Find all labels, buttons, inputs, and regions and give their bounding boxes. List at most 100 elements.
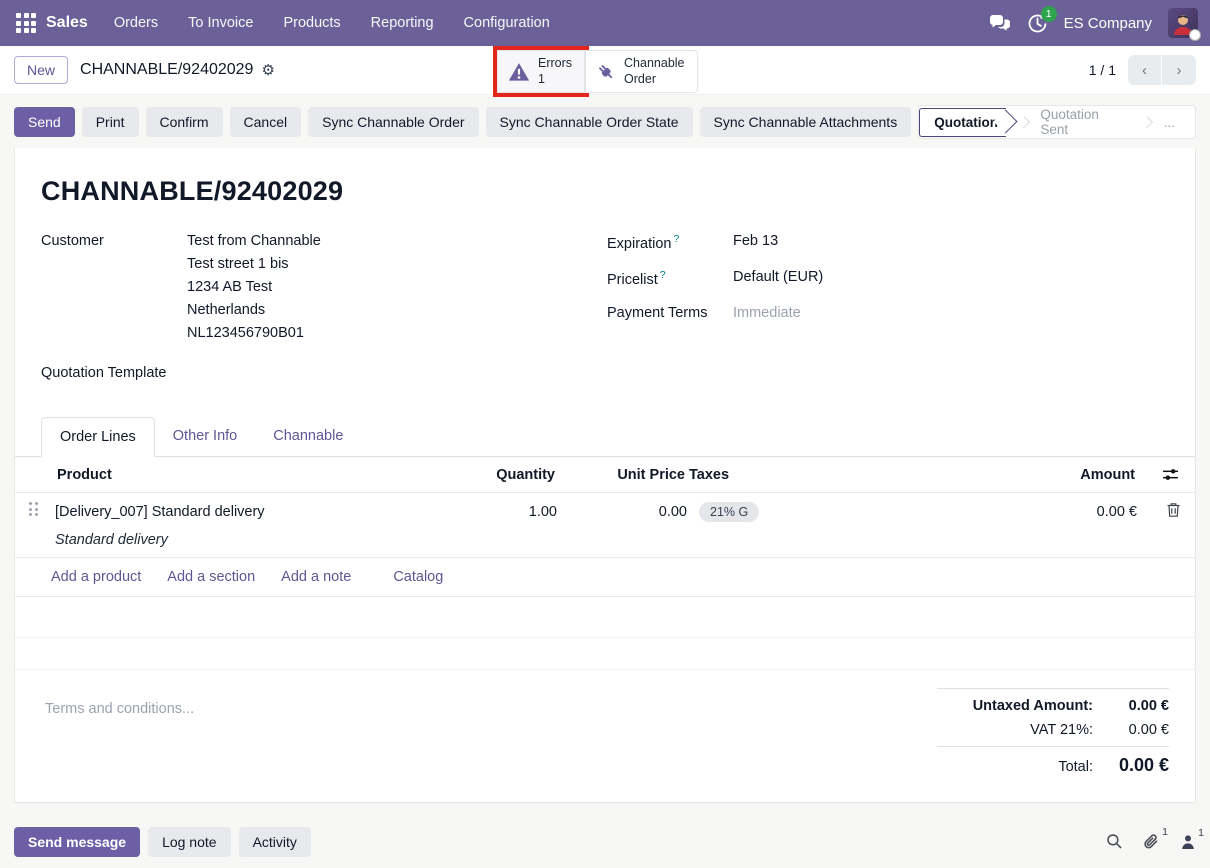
log-note-button[interactable]: Log note <box>148 827 231 857</box>
control-panel: New CHANNABLE/92402029 ⚙ Errors 1 <box>0 46 1210 95</box>
tab-other-info[interactable]: Other Info <box>155 417 255 456</box>
col-quantity[interactable]: Quantity <box>447 458 557 492</box>
channable-label-2: Order <box>624 72 684 88</box>
breadcrumb[interactable]: CHANNABLE/92402029 <box>80 61 253 79</box>
status-step-quotation[interactable]: Quotation <box>919 108 1006 137</box>
user-avatar[interactable] <box>1168 8 1198 38</box>
messages-icon[interactable] <box>989 14 1011 32</box>
address-city: 1234 AB Test <box>187 279 321 295</box>
sync-channable-attachments-button[interactable]: Sync Channable Attachments <box>700 107 912 137</box>
status-step-more[interactable]: ... <box>1158 109 1181 136</box>
nav-item-orders[interactable]: Orders <box>114 15 158 31</box>
order-lines-table: Product Quantity Unit Price Taxes Amount… <box>15 457 1195 670</box>
address-vat: NL123456790B01 <box>187 325 321 341</box>
chatter-bar: Send message Log note Activity 1 1 <box>0 815 1210 868</box>
quotation-template-label: Quotation Template <box>41 365 187 381</box>
add-a-product-link[interactable]: Add a product <box>51 569 141 585</box>
nav-item-configuration[interactable]: Configuration <box>464 15 550 31</box>
customer-name-field[interactable]: Test from Channable <box>187 233 321 249</box>
drag-handle[interactable] <box>29 502 38 516</box>
statusbar: Quotation Quotation Sent ... <box>918 105 1196 139</box>
tab-order-lines[interactable]: Order Lines <box>41 417 155 457</box>
activity-button[interactable]: Activity <box>239 827 311 857</box>
print-button[interactable]: Print <box>82 107 139 137</box>
product-description[interactable]: Standard delivery <box>55 532 447 548</box>
payment-terms-label: Payment Terms <box>607 305 733 321</box>
help-icon[interactable]: ? <box>660 269 666 281</box>
stat-button-group: Errors 1 Channable Order <box>497 50 698 93</box>
action-bar: Send Print Confirm Cancel Sync Channable… <box>0 95 1210 148</box>
empty-line <box>15 597 1195 638</box>
table-action-links: Add a product Add a section Add a note C… <box>15 558 1195 597</box>
channable-order-stat-button[interactable]: Channable Order <box>585 50 697 93</box>
app-name[interactable]: Sales <box>46 14 88 32</box>
delete-row-icon[interactable] <box>1166 502 1181 518</box>
tab-channable[interactable]: Channable <box>255 417 361 456</box>
confirm-button[interactable]: Confirm <box>146 107 223 137</box>
channable-label-1: Channable <box>624 56 684 72</box>
notebook-tabs: Order Lines Other Info Channable <box>15 417 1195 457</box>
table-row[interactable]: [Delivery_007] Standard delivery Standar… <box>15 493 1195 558</box>
search-messages-icon[interactable] <box>1106 833 1123 850</box>
payment-terms-field[interactable]: Immediate <box>733 305 801 321</box>
plug-icon <box>596 62 616 82</box>
tax-badge[interactable]: 21% G <box>699 502 759 522</box>
terms-and-conditions-field[interactable]: Terms and conditions... <box>45 688 194 784</box>
address-street: Test street 1 bis <box>187 256 321 272</box>
nav-item-products[interactable]: Products <box>283 15 340 31</box>
customer-label: Customer <box>41 233 187 341</box>
col-product[interactable]: Product <box>55 458 447 492</box>
nav-item-reporting[interactable]: Reporting <box>371 15 434 31</box>
product-cell[interactable]: [Delivery_007] Standard delivery <box>55 502 447 520</box>
catalog-link[interactable]: Catalog <box>393 569 443 585</box>
attachments-icon[interactable]: 1 <box>1143 833 1160 851</box>
untaxed-amount-label: Untaxed Amount: <box>973 698 1093 714</box>
expiration-field[interactable]: Feb 13 <box>733 233 778 252</box>
activities-clock-icon[interactable]: 1 <box>1027 13 1048 34</box>
followers-icon[interactable]: 1 <box>1180 834 1196 850</box>
gear-icon[interactable]: ⚙ <box>261 61 274 79</box>
help-icon[interactable]: ? <box>673 233 679 245</box>
sync-channable-order-button[interactable]: Sync Channable Order <box>308 107 478 137</box>
pager-next-button[interactable]: › <box>1162 55 1196 85</box>
vat-value: 0.00 € <box>1107 722 1169 738</box>
top-navbar: Sales Orders To Invoice Products Reporti… <box>0 0 1210 46</box>
document-title: CHANNABLE/92402029 <box>41 176 1169 207</box>
activity-count-badge: 1 <box>1041 6 1057 22</box>
untaxed-amount-value: 0.00 € <box>1107 698 1169 714</box>
apps-grid-icon[interactable] <box>16 13 36 33</box>
empty-line <box>15 638 1195 670</box>
pager-previous-button[interactable]: ‹ <box>1128 55 1162 85</box>
add-a-section-link[interactable]: Add a section <box>167 569 255 585</box>
cancel-button[interactable]: Cancel <box>230 107 302 137</box>
new-button[interactable]: New <box>14 56 68 84</box>
optional-columns-icon[interactable] <box>1162 466 1179 483</box>
nav-item-to-invoice[interactable]: To Invoice <box>188 15 253 31</box>
col-taxes[interactable]: Taxes <box>687 458 1017 492</box>
add-a-note-link[interactable]: Add a note <box>281 569 351 585</box>
errors-count: 1 <box>538 72 572 88</box>
errors-stat-button[interactable]: Errors 1 <box>497 50 585 93</box>
status-step-quotation-sent[interactable]: Quotation Sent <box>1034 101 1129 143</box>
attachment-count: 1 <box>1162 826 1168 838</box>
follower-count: 1 <box>1198 827 1204 839</box>
status-separator-icon <box>1141 116 1153 128</box>
totals-block: Untaxed Amount: 0.00 € VAT 21%: 0.00 € T… <box>937 688 1169 784</box>
quantity-cell[interactable]: 1.00 <box>447 502 557 520</box>
pricelist-label: Pricelist? <box>607 269 733 288</box>
pricelist-field[interactable]: Default (EUR) <box>733 269 823 288</box>
unit-price-cell[interactable]: 0.00 <box>557 502 687 520</box>
send-message-button[interactable]: Send message <box>14 827 140 857</box>
form-sheet: CHANNABLE/92402029 Customer Test from Ch… <box>14 148 1196 803</box>
total-label: Total: <box>1058 759 1093 775</box>
total-value: 0.00 € <box>1107 755 1169 776</box>
col-amount[interactable]: Amount <box>1017 458 1137 492</box>
warning-triangle-icon <box>508 62 530 82</box>
send-button[interactable]: Send <box>14 107 75 137</box>
company-switcher[interactable]: ES Company <box>1064 15 1152 32</box>
sync-channable-order-state-button[interactable]: Sync Channable Order State <box>486 107 693 137</box>
errors-label: Errors <box>538 56 572 72</box>
customer-address: Test street 1 bis 1234 AB Test Netherlan… <box>187 256 321 341</box>
col-unit-price[interactable]: Unit Price <box>557 458 687 492</box>
status-separator-icon <box>1018 116 1030 128</box>
